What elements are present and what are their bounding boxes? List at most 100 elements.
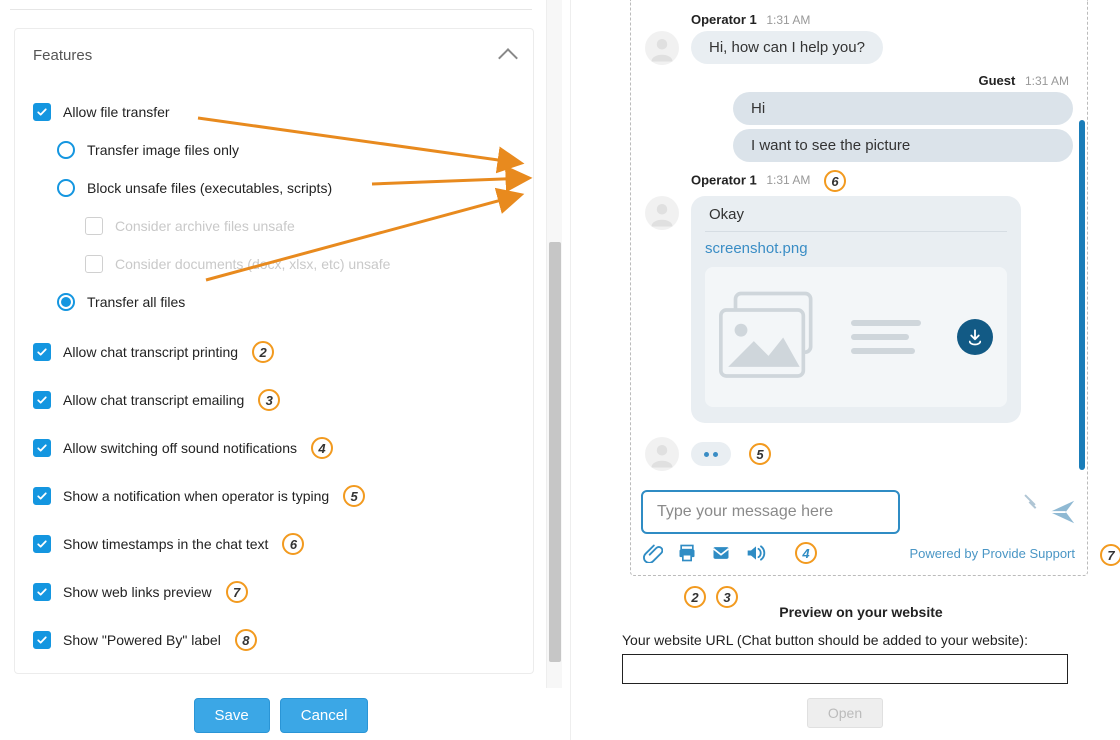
- checkbox-checked-icon[interactable]: [33, 439, 51, 457]
- cancel-button[interactable]: Cancel: [280, 698, 369, 733]
- opt-allow-sound-off[interactable]: Allow switching off sound notifications …: [33, 427, 515, 469]
- checkbox-checked-icon[interactable]: [33, 631, 51, 649]
- opt-show-link-preview[interactable]: Show web links preview 7: [33, 571, 515, 613]
- radio-unselected-icon[interactable]: [57, 141, 75, 159]
- chevron-up-icon: [498, 48, 518, 68]
- typing-indicator-row: 5: [645, 437, 1073, 471]
- opt-allow-file-transfer[interactable]: Allow file transfer: [33, 93, 515, 131]
- resize-handle-icon[interactable]: [1019, 494, 1035, 510]
- save-button[interactable]: Save: [194, 698, 270, 733]
- file-attachment-card: Okay screenshot.png: [691, 196, 1021, 423]
- chat-bubble: Hi, how can I help you?: [691, 31, 883, 64]
- radio-selected-icon[interactable]: [57, 293, 75, 311]
- opt-consider-archive: Consider archive files unsafe: [33, 207, 515, 245]
- printer-icon[interactable]: [677, 543, 697, 563]
- chat-toolbar: 4 Powered by Provide Support: [643, 539, 1075, 567]
- timestamp: 1:31 AM: [766, 13, 810, 27]
- powered-by-label[interactable]: Powered by Provide Support: [910, 546, 1075, 561]
- label-allow-file-transfer: Allow file transfer: [63, 104, 170, 120]
- left-scrollbar-track[interactable]: [546, 0, 562, 688]
- chat-scrollbar-thumb[interactable]: [1079, 120, 1085, 470]
- website-url-section: Your website URL (Chat button should be …: [622, 632, 1068, 728]
- sender-name: Operator 1: [691, 172, 757, 187]
- checkbox-checked-icon[interactable]: [33, 535, 51, 553]
- badge-6-chat: 6: [824, 170, 846, 192]
- msg-header: Operator 1 1:31 AM 6: [645, 170, 1073, 192]
- sender-name: Guest: [979, 73, 1016, 88]
- sender-name: Operator 1: [691, 12, 757, 27]
- badge-5: 5: [343, 485, 365, 507]
- download-icon: [966, 328, 984, 346]
- checkbox-checked-icon[interactable]: [33, 487, 51, 505]
- pane-divider: [570, 0, 576, 740]
- msg-group-operator-1: Operator 1 1:31 AM Hi, how can I help yo…: [645, 12, 1073, 65]
- badge-7-chat: 7: [1100, 544, 1120, 566]
- label-block-unsafe: Block unsafe files (executables, scripts…: [87, 180, 332, 196]
- tab-bar-remnant: [10, 0, 532, 10]
- features-panel-header[interactable]: Features: [15, 29, 533, 83]
- preview-lines: [851, 320, 921, 354]
- label-allow-sound-off: Allow switching off sound notifications: [63, 440, 297, 456]
- badge-5-chat: 5: [749, 443, 771, 465]
- checkbox-checked-icon[interactable]: [33, 391, 51, 409]
- label-show-powered-by: Show "Powered By" label: [63, 632, 221, 648]
- chat-widget-preview: Operator 1 1:31 AM Hi, how can I help yo…: [630, 0, 1088, 576]
- opt-transfer-image-only[interactable]: Transfer image files only: [33, 131, 515, 169]
- url-label: Your website URL (Chat button should be …: [622, 632, 1068, 648]
- label-allow-print: Allow chat transcript printing: [63, 344, 238, 360]
- badge-4: 4: [311, 437, 333, 459]
- attachment-icon[interactable]: [643, 543, 663, 563]
- avatar-icon: [645, 31, 679, 65]
- checkbox-checked-icon[interactable]: [33, 583, 51, 601]
- timestamp: 1:31 AM: [1025, 74, 1069, 88]
- opt-show-timestamps[interactable]: Show timestamps in the chat text 6: [33, 523, 515, 565]
- left-scrollbar-thumb[interactable]: [549, 242, 561, 662]
- chat-message-input[interactable]: [641, 490, 900, 534]
- chat-bubble: Hi: [733, 92, 1073, 125]
- sound-icon[interactable]: [745, 543, 767, 563]
- chat-input-area: [641, 489, 1077, 535]
- download-button[interactable]: [957, 319, 993, 355]
- checkbox-checked-icon[interactable]: [33, 103, 51, 121]
- send-icon[interactable]: [1047, 497, 1077, 527]
- opt-allow-print[interactable]: Allow chat transcript printing 2: [33, 331, 515, 373]
- label-show-link-preview: Show web links preview: [63, 584, 212, 600]
- timestamp: 1:31 AM: [766, 173, 810, 187]
- badge-6: 6: [282, 533, 304, 555]
- action-buttons: Save Cancel: [0, 690, 562, 740]
- badge-8: 8: [235, 629, 257, 651]
- avatar-icon: [645, 437, 679, 471]
- features-panel: Features Allow file transfer Transfer im…: [14, 28, 534, 674]
- msg-header: Operator 1 1:31 AM: [645, 12, 1073, 27]
- msg-group-operator-file: Operator 1 1:31 AM 6 Okay screenshot.png: [645, 170, 1073, 423]
- opt-allow-email[interactable]: Allow chat transcript emailing 3: [33, 379, 515, 421]
- checkbox-empty-icon: [85, 255, 103, 273]
- label-transfer-all: Transfer all files: [87, 294, 185, 310]
- chat-text: Okay: [705, 206, 1007, 223]
- label-show-timestamps: Show timestamps in the chat text: [63, 536, 268, 552]
- badge-7: 7: [226, 581, 248, 603]
- label-transfer-image-only: Transfer image files only: [87, 142, 239, 158]
- opt-show-powered-by[interactable]: Show "Powered By" label 8: [33, 619, 515, 661]
- preview-caption: Preview on your website: [614, 604, 1108, 620]
- label-consider-documents: Consider documents (docx, xlsx, etc) uns…: [115, 256, 390, 272]
- label-show-typing: Show a notification when operator is typ…: [63, 488, 329, 504]
- checkbox-empty-icon: [85, 217, 103, 235]
- msg-header: Guest 1:31 AM: [645, 73, 1073, 88]
- typing-indicator-icon: [691, 442, 731, 466]
- file-name-link[interactable]: screenshot.png: [705, 231, 1007, 267]
- file-preview: [705, 267, 1007, 407]
- badge-4-chat: 4: [795, 542, 817, 564]
- website-url-input[interactable]: [622, 654, 1068, 684]
- checkbox-checked-icon[interactable]: [33, 343, 51, 361]
- opt-consider-documents: Consider documents (docx, xlsx, etc) uns…: [33, 245, 515, 283]
- open-button[interactable]: Open: [807, 698, 883, 728]
- opt-transfer-all[interactable]: Transfer all files: [33, 283, 515, 321]
- radio-unselected-icon[interactable]: [57, 179, 75, 197]
- badge-3: 3: [258, 389, 280, 411]
- opt-show-typing[interactable]: Show a notification when operator is typ…: [33, 475, 515, 517]
- features-title: Features: [33, 47, 92, 64]
- opt-block-unsafe[interactable]: Block unsafe files (executables, scripts…: [33, 169, 515, 207]
- avatar-icon: [645, 196, 679, 230]
- email-icon[interactable]: [711, 543, 731, 563]
